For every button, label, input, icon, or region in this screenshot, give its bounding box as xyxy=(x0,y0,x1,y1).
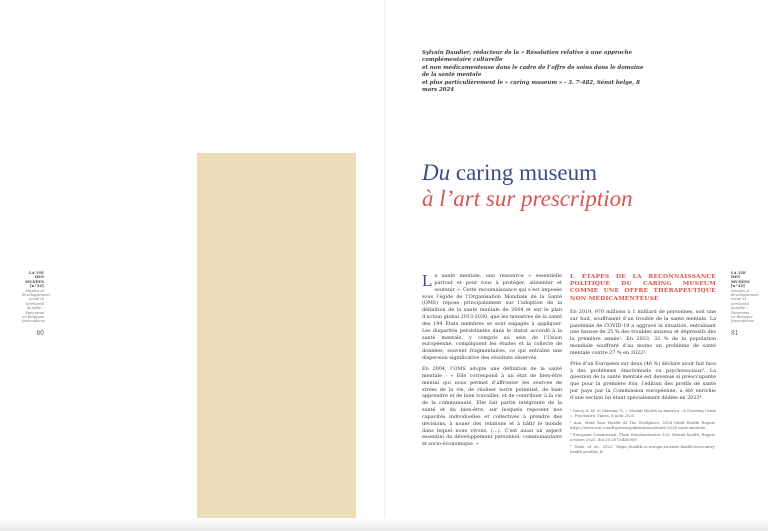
paragraph-1-text: a santé mentale, une ressource « essenti… xyxy=(422,273,562,362)
title-line1-rest: caring museum xyxy=(450,160,598,185)
epigraph-line2: et non médicamenteuse dans le cadre de l… xyxy=(422,64,644,79)
footnote-1: ¹ Darcy A. M. et Mariano T., « Mental He… xyxy=(570,407,716,418)
article-title: Du caring museum à l’art sur prescriptio… xyxy=(422,160,722,212)
page-number-right: 81 xyxy=(731,329,739,337)
sidebar-right: LA VIE DES MUSÉES [n°32] Musées et dével… xyxy=(731,271,759,337)
epigraph-line3: et plus particulièrement le « caring mus… xyxy=(422,79,640,94)
sidebar-left: LA VIE DES MUSÉES [n°32] Musées et dével… xyxy=(22,271,50,337)
epigraph-line1: Sylvain Daudier, rédacteur de la « Résol… xyxy=(422,50,633,64)
page-gutter xyxy=(384,0,386,531)
paragraph-3: En 2019, 970 millions à 1 milliard de pe… xyxy=(570,308,716,356)
page-number-left: 80 xyxy=(36,329,44,337)
footnote-2: ² Aon, Mind Your Health At The Workplace… xyxy=(570,419,716,430)
book-spread: Sylvain Daudier, rédacteur de la « Résol… xyxy=(0,0,768,531)
footnote-4: ⁴ State of eu, 2023, https://health.ec.e… xyxy=(570,443,716,454)
body-column-2: I. ÉTAPES DE LA RECONNAISSANCE POLITIQUE… xyxy=(570,273,716,455)
section-heading: I. ÉTAPES DE LA RECONNAISSANCE POLITIQUE… xyxy=(570,273,716,302)
drop-cap: L xyxy=(422,271,433,290)
sidebar-right-subtitle: Musées et développement social et territ… xyxy=(731,288,759,324)
footnote-3: ³ European Commission, Flash Eurobaromet… xyxy=(570,431,716,442)
paragraph-2: En 2004, l’OMS adopte une définition de … xyxy=(422,365,562,448)
body-column-1: La santé mentale, une ressource « essent… xyxy=(422,271,562,452)
title-line1: Du caring museum xyxy=(422,160,722,186)
paragraph-1: La santé mentale, une ressource « essent… xyxy=(422,271,562,362)
title-italic-word: Du xyxy=(422,160,451,185)
page-bottom-shadow xyxy=(0,518,768,531)
title-line2: à l’art sur prescription xyxy=(422,186,633,211)
beige-panel xyxy=(197,153,356,531)
epigraph: Sylvain Daudier, rédacteur de la « Résol… xyxy=(422,50,652,94)
paragraph-4: Près d’un Européen sur deux (46 %) décla… xyxy=(570,360,716,401)
sidebar-left-subtitle: Musées et développement social et territ… xyxy=(22,288,50,324)
footnotes: ¹ Darcy A. M. et Mariano T., « Mental He… xyxy=(570,408,716,454)
